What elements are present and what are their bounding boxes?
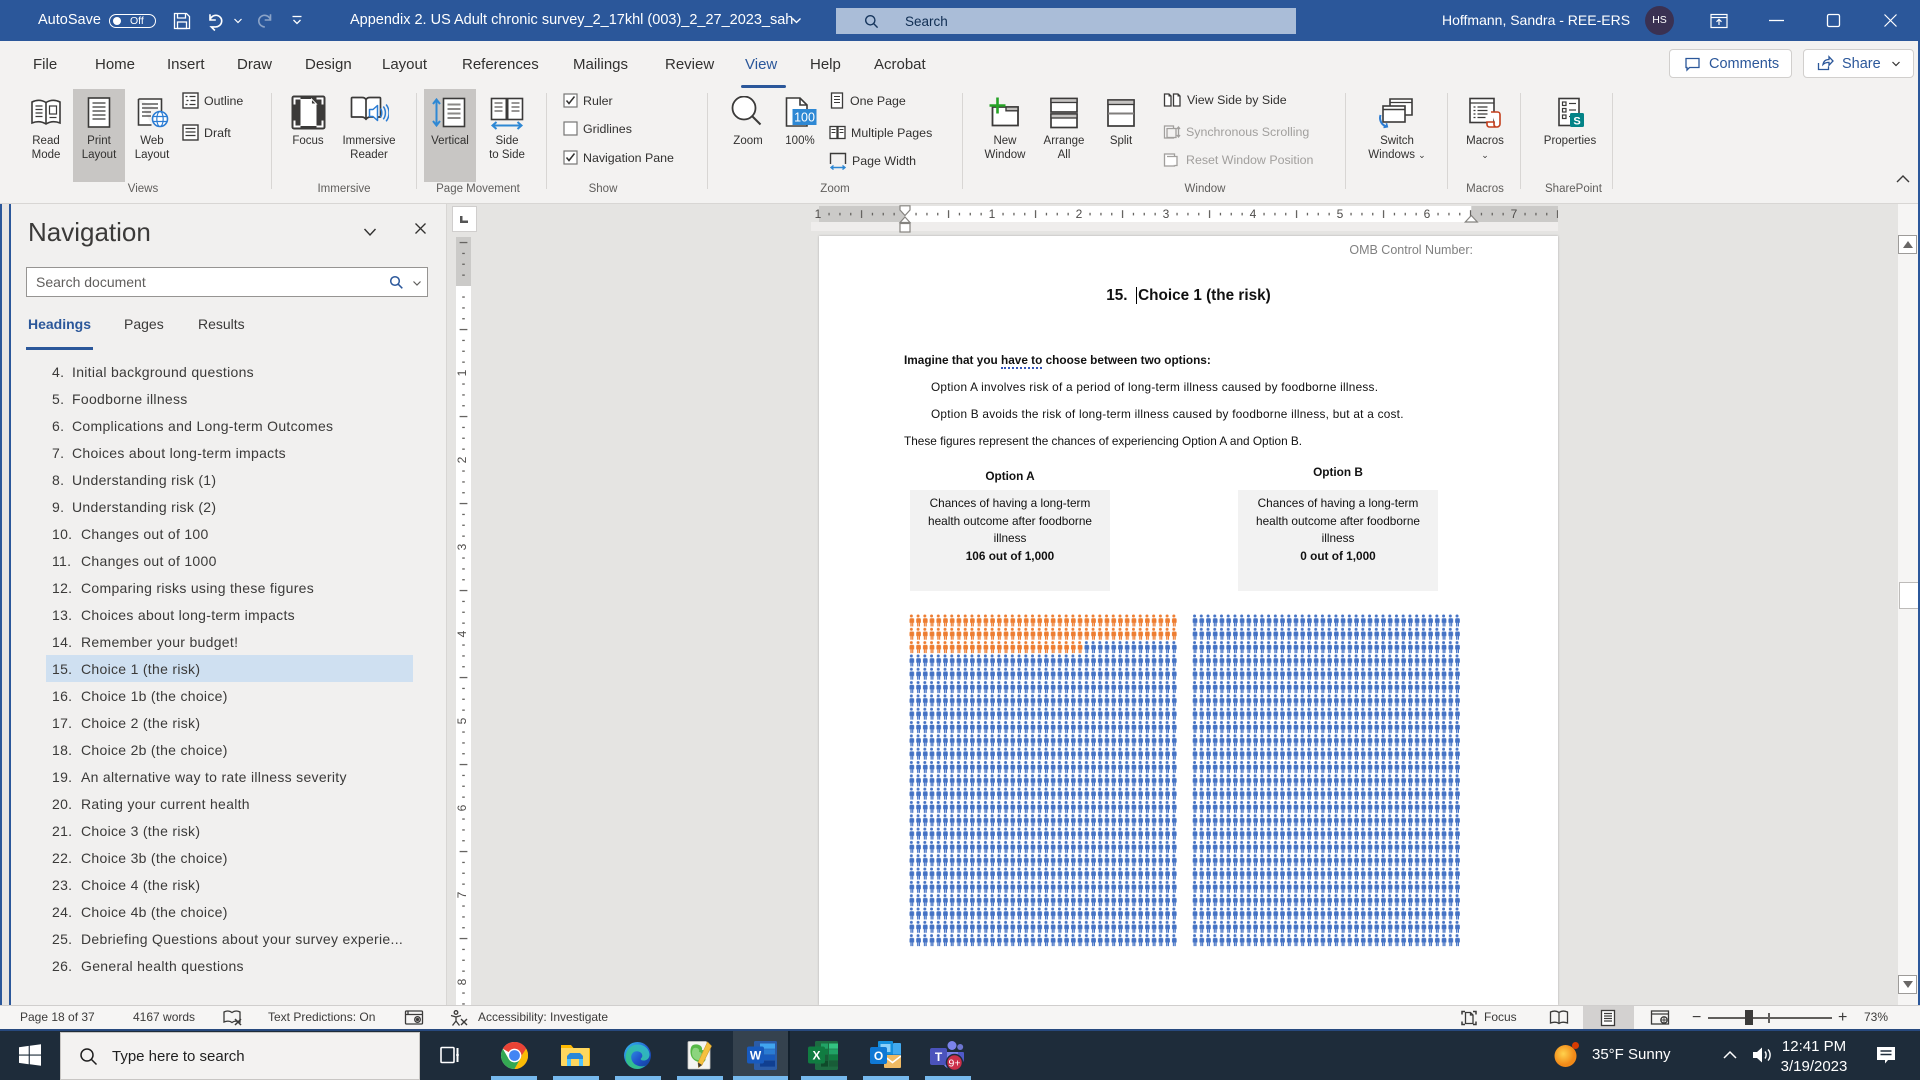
svg-text:4: 4 [456, 630, 469, 637]
svg-text:W: W [750, 1049, 762, 1063]
svg-text:6: 6 [1424, 207, 1431, 221]
svg-text:O: O [873, 1049, 882, 1063]
svg-text:1: 1 [989, 207, 996, 221]
svg-text:7: 7 [456, 891, 469, 898]
svg-text:1: 1 [815, 207, 822, 221]
svg-text:100: 100 [794, 111, 815, 125]
svg-text:3: 3 [456, 543, 469, 550]
svg-text:7: 7 [1511, 207, 1518, 221]
svg-text:5: 5 [456, 717, 469, 724]
svg-text:X: X [812, 1048, 820, 1062]
svg-text:3: 3 [1163, 207, 1170, 221]
svg-text:T: T [935, 1050, 943, 1064]
svg-text:6: 6 [456, 804, 469, 811]
svg-text:4: 4 [1250, 207, 1257, 221]
svg-text:9+: 9+ [949, 1057, 961, 1069]
svg-text:5: 5 [1337, 207, 1344, 221]
svg-text:2: 2 [456, 456, 469, 463]
svg-text:1: 1 [456, 369, 469, 376]
svg-text:S: S [1573, 116, 1580, 128]
svg-text:8: 8 [456, 978, 469, 985]
svg-text:2: 2 [1076, 207, 1083, 221]
